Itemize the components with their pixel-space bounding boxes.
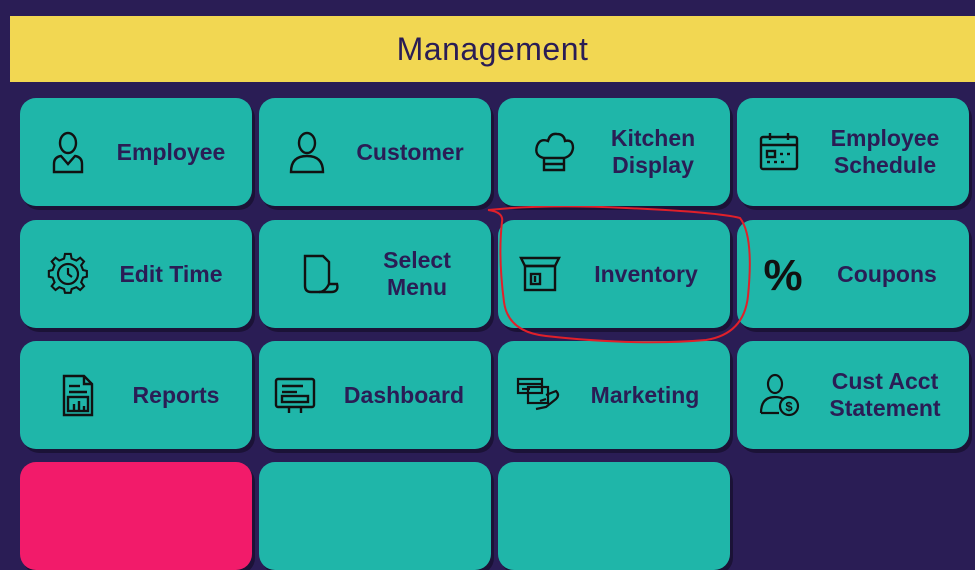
box-icon xyxy=(518,252,562,296)
marketing-label: Marketing xyxy=(590,381,700,408)
dashboard-button[interactable]: Dashboard xyxy=(259,341,491,449)
select-menu-label: Select Menu xyxy=(383,247,451,300)
customer-label: Customer xyxy=(356,138,464,165)
card-hand-icon xyxy=(516,373,560,417)
kitchen-display-label: Kitchen Display xyxy=(610,125,696,178)
edit-time-label: Edit Time xyxy=(119,260,223,287)
person-dollar-icon: $ xyxy=(757,373,801,417)
coupons-label: Coupons xyxy=(837,260,937,287)
person-icon xyxy=(46,130,90,174)
employee-label: Employee xyxy=(116,138,226,165)
reports-label: Reports xyxy=(132,381,220,408)
user-outline-icon xyxy=(285,130,329,174)
chef-hat-icon xyxy=(532,130,576,174)
reports-button[interactable]: Reports xyxy=(20,341,252,449)
partial-tile[interactable] xyxy=(259,462,491,570)
cust-acct-statement-button[interactable]: $ Cust Acct Statement xyxy=(737,341,969,449)
customer-button[interactable]: Customer xyxy=(259,98,491,206)
svg-text:$: $ xyxy=(785,399,793,414)
calendar-icon xyxy=(757,130,801,174)
marketing-button[interactable]: Marketing xyxy=(498,341,730,449)
kitchen-display-button[interactable]: Kitchen Display xyxy=(498,98,730,206)
employee-schedule-label: Employee Schedule xyxy=(830,125,940,178)
select-menu-button[interactable]: Select Menu xyxy=(259,220,491,328)
inventory-button[interactable]: Inventory xyxy=(498,220,730,328)
cust-acct-statement-label: Cust Acct Statement xyxy=(829,368,941,421)
employee-schedule-button[interactable]: Employee Schedule xyxy=(737,98,969,206)
coupons-button[interactable]: % Coupons xyxy=(737,220,969,328)
partial-tile[interactable] xyxy=(498,462,730,570)
edit-time-button[interactable]: Edit Time xyxy=(20,220,252,328)
document-icon xyxy=(299,252,343,296)
page-title: Management xyxy=(10,16,975,82)
percent-icon: % xyxy=(761,252,805,296)
employee-button[interactable]: Employee xyxy=(20,98,252,206)
gear-clock-icon xyxy=(46,252,90,296)
svg-text:%: % xyxy=(763,252,802,296)
inventory-label: Inventory xyxy=(594,260,698,287)
report-icon xyxy=(56,373,100,417)
dashboard-icon xyxy=(273,373,317,417)
dashboard-label: Dashboard xyxy=(343,381,465,408)
partial-tile-alert[interactable] xyxy=(20,462,252,570)
